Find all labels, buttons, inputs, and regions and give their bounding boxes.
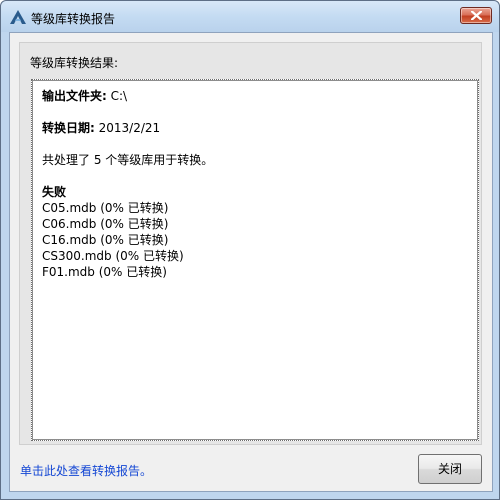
close-icon [471,11,482,20]
date-label: 转换日期: [42,121,95,135]
report-text-area[interactable]: 输出文件夹: C:\ 转换日期: 2013/2/21 共处理了 5 个等级库用于… [31,79,479,441]
results-group: 等级库转换结果: 输出文件夹: C:\ 转换日期: 2013/2/21 共处理了… [19,42,482,445]
window-title: 等级库转换报告 [31,12,116,26]
report-dialog: 等级库转换报告 等级库转换结果: 输出文件夹: C:\ 转换日期: 2013/2… [0,0,500,500]
title-bar[interactable]: 等级库转换报告 [1,1,499,32]
failed-item: F01.mdb (0% 已转换) [42,265,167,279]
summary-text: 共处理了 5 个等级库用于转换。 [42,153,214,167]
failed-item: C05.mdb (0% 已转换) [42,201,169,215]
date-value: 2013/2/21 [94,121,161,135]
dialog-body: 等级库转换结果: 输出文件夹: C:\ 转换日期: 2013/2/21 共处理了… [9,32,493,492]
view-report-link[interactable]: 单击此处查看转换报告。 [20,462,152,479]
failed-heading: 失败 [42,185,67,199]
group-label: 等级库转换结果: [30,56,119,70]
autodesk-a-icon [9,9,27,25]
failed-item: C06.mdb (0% 已转换) [42,217,169,231]
failed-item: CS300.mdb (0% 已转换) [42,249,184,263]
output-folder-value: C:\ [106,89,128,103]
output-folder-line: 输出文件夹: C:\ [42,88,468,104]
close-button[interactable]: 关闭 [418,454,482,484]
window-close-button[interactable] [460,7,492,24]
date-line: 转换日期: 2013/2/21 [42,120,468,136]
failed-item: C16.mdb (0% 已转换) [42,233,169,247]
output-folder-label: 输出文件夹: [42,89,107,103]
